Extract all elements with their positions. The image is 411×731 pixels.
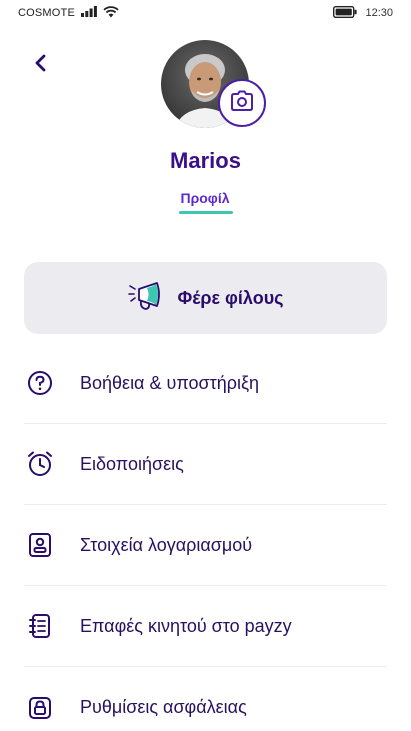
- megaphone-icon: [127, 280, 167, 317]
- back-button[interactable]: [26, 50, 56, 80]
- contacts-list-icon: [24, 610, 56, 642]
- clock-time: 12:30: [365, 7, 393, 19]
- tab-profile[interactable]: Προφίλ: [165, 190, 245, 206]
- signal-icon: [81, 6, 97, 20]
- wifi-icon: [103, 5, 119, 21]
- battery-icon: [333, 5, 358, 21]
- menu-item-account-details[interactable]: Στοιχεία λογαριασμού: [24, 505, 387, 586]
- menu-item-label: Επαφές κινητού στο payzy: [80, 615, 292, 636]
- camera-icon: [230, 90, 254, 117]
- lock-icon: [24, 692, 56, 724]
- status-right: 12:30: [333, 5, 393, 21]
- menu-item-security-settings[interactable]: Ρυθμίσεις ασφάλειας: [24, 667, 387, 731]
- alarm-icon: [24, 448, 56, 480]
- carrier-name: COSMOTE: [18, 7, 76, 19]
- help-icon: [24, 367, 56, 399]
- invite-friends-button[interactable]: Φέρε φίλους: [24, 262, 387, 334]
- account-card-icon: [24, 529, 56, 561]
- change-photo-button[interactable]: [218, 79, 266, 127]
- invite-friends-label: Φέρε φίλους: [177, 287, 284, 308]
- menu-item-notifications[interactable]: Ειδοποιήσεις: [24, 424, 387, 505]
- menu-item-phone-contacts[interactable]: Επαφές κινητού στο payzy: [24, 586, 387, 667]
- menu-item-label: Στοιχεία λογαριασμού: [80, 534, 253, 555]
- status-left: COSMOTE: [18, 5, 119, 21]
- menu-item-label: Ειδοποιήσεις: [80, 453, 184, 474]
- status-bar: COSMOTE 12:30: [0, 0, 411, 26]
- menu-item-help[interactable]: Βοήθεια & υποστήριξη: [24, 343, 387, 424]
- menu-item-label: Ρυθμίσεις ασφάλειας: [80, 697, 247, 717]
- back-arrow-icon: [34, 54, 48, 77]
- menu-item-label: Βοήθεια & υποστήριξη: [80, 372, 260, 393]
- settings-menu: Βοήθεια & υποστήριξη Ειδοποιήσεις Στοιχε…: [24, 343, 387, 731]
- tab-active-indicator: [179, 211, 233, 214]
- user-name: Marios: [170, 148, 241, 173]
